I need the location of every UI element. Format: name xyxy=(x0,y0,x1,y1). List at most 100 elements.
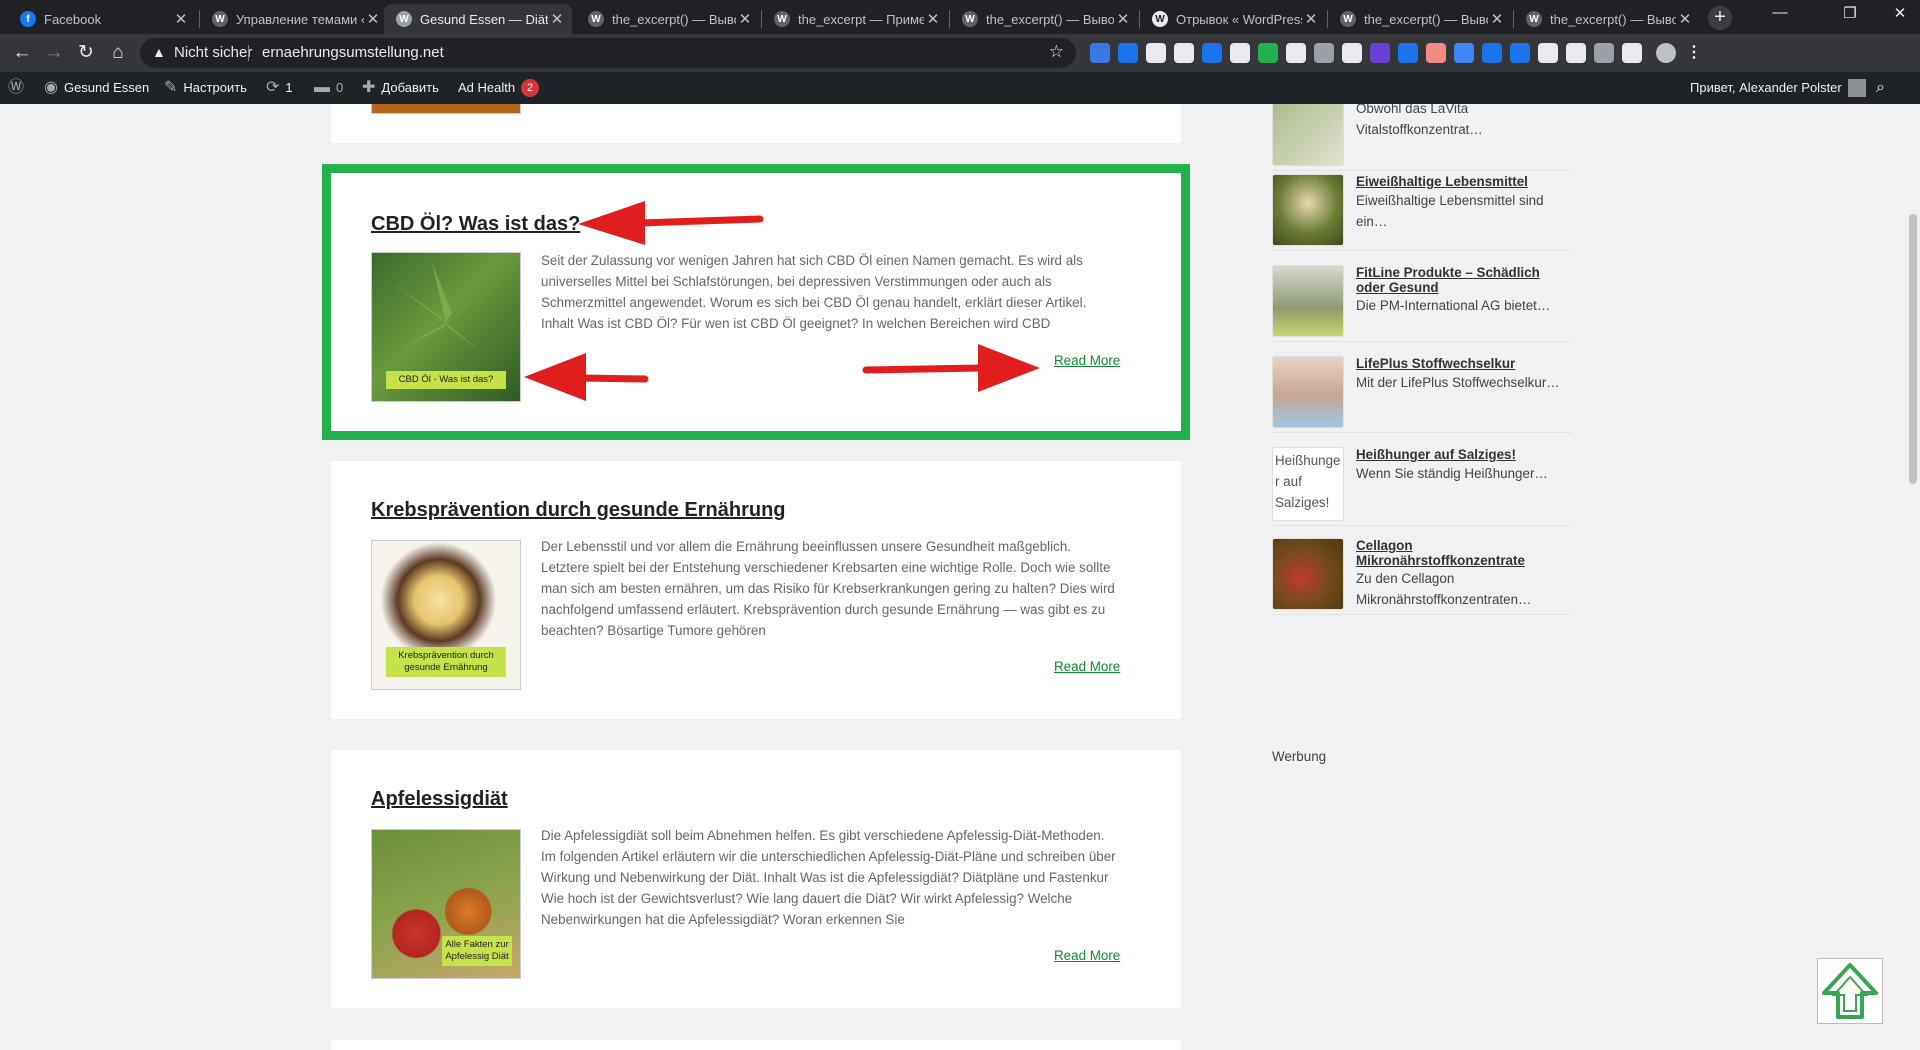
extension-icon[interactable] xyxy=(1286,43,1306,63)
comments-link[interactable]: ▬ 0 xyxy=(314,72,343,104)
tab-themes[interactable]: W Управление темами ‹ ✕ xyxy=(200,4,388,34)
browser-menu-icon[interactable]: ⋮ xyxy=(1684,43,1704,63)
minimize-window-button[interactable]: — xyxy=(1760,4,1800,21)
post-excerpt: Der Lebensstil und vor allem die Ernähru… xyxy=(541,539,1115,638)
extension-icon[interactable] xyxy=(1230,43,1250,63)
sidebar-post-title[interactable]: Cellagon Mikronährstoffkonzentrate xyxy=(1356,538,1572,568)
sidebar-thumbnail[interactable] xyxy=(1272,104,1344,166)
close-tab-icon[interactable]: ✕ xyxy=(1676,10,1694,28)
extension-icon[interactable] xyxy=(1174,43,1194,63)
extension-icon[interactable] xyxy=(1118,43,1138,63)
sidebar-thumbnail[interactable] xyxy=(1272,356,1344,428)
new-tab-button[interactable]: + xyxy=(1708,6,1732,30)
sidebar-post-title[interactable]: FitLine Produkte – Schädlich oder Gesund xyxy=(1356,265,1572,295)
tab-the-excerpt-1[interactable]: W the_excerpt() — Вывод ✕ xyxy=(576,4,760,34)
close-tab-icon[interactable]: ✕ xyxy=(1488,10,1506,28)
post-title-link[interactable]: Apfelessigdiät xyxy=(371,788,508,811)
close-tab-icon[interactable]: ✕ xyxy=(1302,10,1320,28)
ad-health-menu[interactable]: Ad Health 2 xyxy=(458,72,540,104)
sidebar-thumbnail-broken[interactable]: Heißhunger auf Salziges! xyxy=(1272,447,1344,521)
extension-icon[interactable] xyxy=(1258,43,1278,63)
wordpress-icon: W xyxy=(774,11,790,27)
thumbnail-caption: Alle Fakten zur Apfelessig Diät xyxy=(442,936,512,966)
extension-icon[interactable] xyxy=(1342,43,1362,63)
add-new-menu[interactable]: ✚ Добавить xyxy=(362,72,439,104)
address-bar[interactable]: ▲ Nicht sicher ernaehrungsumstellung.net… xyxy=(140,38,1076,68)
read-more-link[interactable]: Read More xyxy=(1054,948,1120,963)
tab-the-excerpt-4[interactable]: W the_excerpt() — Вывод ✕ xyxy=(1328,4,1512,34)
extension-icon[interactable] xyxy=(1594,43,1614,63)
customize-link[interactable]: ✎ Настроить xyxy=(164,72,247,104)
thumbnail-caption: CBD Öl - Was ist das? xyxy=(386,371,506,389)
wp-logo-menu[interactable]: Ⓦ xyxy=(8,72,24,104)
scroll-to-top-button[interactable] xyxy=(1817,958,1883,1024)
extension-icon[interactable] xyxy=(1370,43,1390,63)
extension-icon[interactable] xyxy=(1538,43,1558,63)
post-title-link[interactable]: CBD Öl? Was ist das? xyxy=(371,213,580,236)
close-tab-icon[interactable]: ✕ xyxy=(548,10,566,28)
close-tab-icon[interactable]: ✕ xyxy=(736,10,754,28)
close-tab-icon[interactable]: ✕ xyxy=(364,10,382,28)
admin-search-icon[interactable]: ⌕ xyxy=(1876,72,1885,104)
sidebar-post-heisshunger: Heißhunger auf Salziges! Heißhunger auf … xyxy=(1272,443,1572,526)
extension-icon[interactable] xyxy=(1482,43,1502,63)
url-text[interactable]: ernaehrungsumstellung.net xyxy=(262,44,444,61)
tab-gesund-essen[interactable]: W Gesund Essen — Diäter ✕ xyxy=(384,4,572,34)
extension-icon[interactable] xyxy=(1426,43,1446,63)
site-name-menu[interactable]: ◉ Gesund Essen xyxy=(44,72,149,104)
post-title-link[interactable]: Krebsprävention durch gesunde Ernährung xyxy=(371,499,786,522)
sidebar-post-title[interactable]: Eiweißhaltige Lebensmittel xyxy=(1356,174,1572,189)
tab-the-excerpt-3[interactable]: W the_excerpt() — Вывод ✕ xyxy=(950,4,1138,34)
maximize-window-button[interactable]: ❐ xyxy=(1830,4,1870,22)
scrollbar-thumb[interactable] xyxy=(1909,214,1917,484)
tab-the-excerpt-2[interactable]: W the_excerpt — Примен ✕ xyxy=(762,4,948,34)
close-tab-icon[interactable]: ✕ xyxy=(1114,10,1132,28)
post-thumbnail[interactable]: Alle Fakten zur Apfelessig Diät xyxy=(371,829,521,979)
ad-health-badge: 2 xyxy=(521,79,540,97)
post-thumbnail[interactable] xyxy=(371,104,521,114)
close-window-button[interactable]: ✕ xyxy=(1880,4,1920,22)
wordpress-icon: W xyxy=(212,11,228,27)
annotation-arrow-read-more xyxy=(862,344,1040,392)
profile-avatar-icon[interactable] xyxy=(1656,43,1676,63)
tab-the-excerpt-5[interactable]: W the_excerpt() — Вывод ✕ xyxy=(1514,4,1700,34)
extension-icon[interactable] xyxy=(1566,43,1586,63)
security-status[interactable]: Nicht sicher xyxy=(174,44,252,61)
account-menu[interactable]: Привет, Alexander Polster xyxy=(1690,72,1866,104)
extension-icon[interactable] xyxy=(1622,43,1642,63)
thumbnail-caption: Krebsprävention durch gesunde Ernährung xyxy=(386,647,506,677)
post-thumbnail[interactable]: CBD Öl - Was ist das? xyxy=(371,252,521,402)
updates-link[interactable]: ⟳ 1 xyxy=(266,72,293,104)
back-icon[interactable]: ← xyxy=(10,41,34,65)
close-tab-icon[interactable]: ✕ xyxy=(172,10,190,28)
plus-icon: ✚ xyxy=(362,79,376,96)
close-tab-icon[interactable]: ✕ xyxy=(924,10,942,28)
extension-icon[interactable] xyxy=(1510,43,1530,63)
wordpress-icon: W xyxy=(1340,11,1356,27)
tab-facebook[interactable]: f Facebook ✕ xyxy=(8,4,196,34)
read-more-link[interactable]: Read More xyxy=(1054,353,1120,368)
bookmark-star-icon[interactable]: ☆ xyxy=(1049,42,1064,62)
tab-otryvok-wordpress[interactable]: W Отрывок « WordPress ✕ xyxy=(1140,4,1326,34)
read-more-link[interactable]: Read More xyxy=(1054,659,1120,674)
extension-icon[interactable] xyxy=(1146,43,1166,63)
extension-icon[interactable] xyxy=(1398,43,1418,63)
extension-icon[interactable] xyxy=(1202,43,1222,63)
post-thumbnail[interactable]: Krebsprävention durch gesunde Ernährung xyxy=(371,540,521,690)
extension-icon[interactable] xyxy=(1090,43,1110,63)
extension-icon[interactable] xyxy=(1314,43,1334,63)
extension-icon[interactable] xyxy=(1454,43,1474,63)
arrow-up-icon xyxy=(1822,963,1878,1019)
sidebar-post-title[interactable]: LifePlus Stoffwechselkur xyxy=(1356,356,1572,371)
sidebar-thumbnail[interactable] xyxy=(1272,538,1344,610)
page-scrollbar[interactable] xyxy=(1906,104,1920,1050)
sidebar-thumbnail[interactable] xyxy=(1272,265,1344,337)
sidebar-thumbnail[interactable] xyxy=(1272,174,1344,246)
home-icon[interactable]: ⌂ xyxy=(106,41,130,65)
wordpress-icon: W xyxy=(588,11,604,27)
reload-icon[interactable]: ↻ xyxy=(74,41,98,65)
annotation-arrow-thumbnail xyxy=(524,353,649,401)
forward-icon[interactable]: → xyxy=(42,41,66,65)
sidebar-post-title[interactable]: Heißhunger auf Salziges! xyxy=(1356,447,1572,462)
post-card-krebspraevention: Krebsprävention durch gesunde Ernährung … xyxy=(331,461,1181,719)
